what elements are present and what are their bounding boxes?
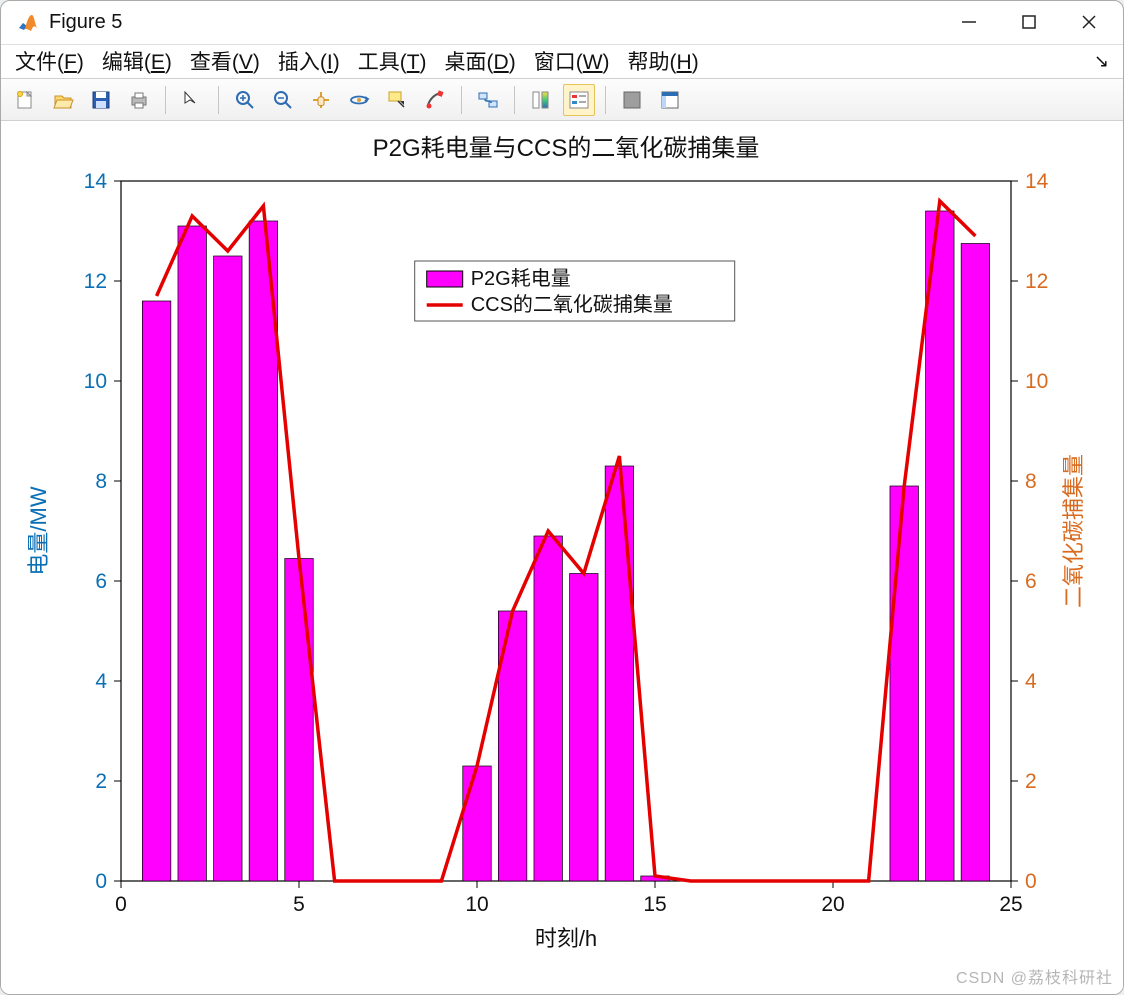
menu-view[interactable]: 查看(V) <box>190 46 260 76</box>
svg-text:10: 10 <box>84 370 107 393</box>
minimize-button[interactable] <box>939 2 999 42</box>
svg-text:14: 14 <box>1025 170 1049 193</box>
menu-tools[interactable]: 工具(T) <box>358 46 427 76</box>
svg-text:0: 0 <box>115 893 127 916</box>
bar <box>214 256 242 881</box>
bar <box>890 486 918 881</box>
svg-text:电量/MW: 电量/MW <box>26 486 51 575</box>
toolbar <box>1 78 1123 121</box>
bar <box>534 536 562 881</box>
svg-text:P2G耗电量: P2G耗电量 <box>471 267 571 290</box>
svg-text:8: 8 <box>1025 470 1037 493</box>
chart: P2G耗电量与CCS的二氧化碳捕集量0510152025时刻/h02468101… <box>1 121 1123 989</box>
menu-window[interactable]: 窗口(W) <box>534 46 610 76</box>
svg-text:8: 8 <box>95 470 107 493</box>
svg-text:20: 20 <box>821 893 844 916</box>
brush-button[interactable] <box>419 84 451 116</box>
bar <box>463 766 491 881</box>
svg-text:15: 15 <box>643 893 666 916</box>
menu-insert[interactable]: 插入(I) <box>278 46 340 76</box>
svg-text:10: 10 <box>465 893 488 916</box>
bar <box>961 244 989 882</box>
maximize-button[interactable] <box>999 2 1059 42</box>
svg-text:6: 6 <box>95 570 107 593</box>
svg-text:4: 4 <box>1025 670 1037 693</box>
svg-text:25: 25 <box>999 893 1022 916</box>
colorbar-button[interactable] <box>525 84 557 116</box>
zoom-out-button[interactable] <box>267 84 299 116</box>
bar <box>926 211 954 881</box>
figure-window: Figure 5 文件(F) 编辑(E) 查看(V) 插入(I) 工具(T) 桌… <box>0 0 1124 995</box>
svg-text:2: 2 <box>95 770 107 793</box>
pan-button[interactable] <box>305 84 337 116</box>
legend-button[interactable] <box>563 84 595 116</box>
svg-text:5: 5 <box>293 893 305 916</box>
bar <box>178 226 206 881</box>
svg-text:14: 14 <box>84 170 108 193</box>
titlebar: Figure 5 <box>1 1 1123 44</box>
svg-text:CCS的二氧化碳捕集量: CCS的二氧化碳捕集量 <box>471 293 673 316</box>
bar <box>570 574 598 882</box>
svg-text:12: 12 <box>84 270 107 293</box>
window-title: Figure 5 <box>49 11 939 34</box>
menu-desktop[interactable]: 桌面(D) <box>445 46 516 76</box>
bar <box>605 466 633 881</box>
zoom-in-button[interactable] <box>229 84 261 116</box>
svg-text:P2G耗电量与CCS的二氧化碳捕集量: P2G耗电量与CCS的二氧化碳捕集量 <box>373 135 760 162</box>
menubar: 文件(F) 编辑(E) 查看(V) 插入(I) 工具(T) 桌面(D) 窗口(W… <box>1 44 1123 79</box>
link-button[interactable] <box>472 84 504 116</box>
axes-area[interactable]: P2G耗电量与CCS的二氧化碳捕集量0510152025时刻/h02468101… <box>1 121 1123 994</box>
svg-text:二氧化碳捕集量: 二氧化碳捕集量 <box>1061 454 1086 608</box>
open-figure-button[interactable] <box>47 84 79 116</box>
datacursor-button[interactable] <box>381 84 413 116</box>
svg-text:12: 12 <box>1025 270 1048 293</box>
undock-icon[interactable]: ↘ <box>1094 51 1109 72</box>
edit-plot-button[interactable] <box>176 84 208 116</box>
show-tools-button[interactable] <box>654 84 686 116</box>
svg-text:6: 6 <box>1025 570 1037 593</box>
menu-help[interactable]: 帮助(H) <box>628 46 699 76</box>
matlab-icon <box>15 10 39 34</box>
bar <box>142 301 170 881</box>
svg-text:0: 0 <box>1025 870 1037 893</box>
svg-text:0: 0 <box>95 870 107 893</box>
hide-tools-button[interactable] <box>616 84 648 116</box>
close-button[interactable] <box>1059 2 1119 42</box>
svg-text:10: 10 <box>1025 370 1048 393</box>
save-figure-button[interactable] <box>85 84 117 116</box>
new-figure-button[interactable] <box>9 84 41 116</box>
svg-text:时刻/h: 时刻/h <box>535 926 597 951</box>
rotate3d-button[interactable] <box>343 84 375 116</box>
menu-file[interactable]: 文件(F) <box>15 46 84 76</box>
svg-text:2: 2 <box>1025 770 1037 793</box>
watermark: CSDN @荔枝科研社 <box>956 964 1113 988</box>
bar <box>285 559 313 882</box>
svg-text:4: 4 <box>95 670 107 693</box>
menu-edit[interactable]: 编辑(E) <box>102 46 172 76</box>
print-button[interactable] <box>123 84 155 116</box>
